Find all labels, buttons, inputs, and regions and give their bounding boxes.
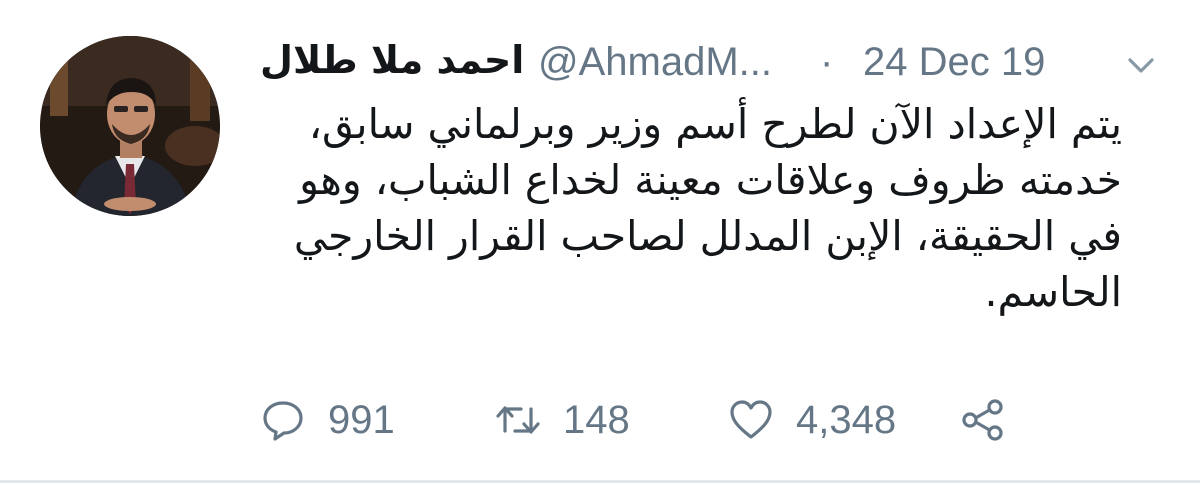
tweet-card[interactable]: احمد ملا طلال @AhmadM... · 24 Dec 19 يتم… <box>0 0 1200 489</box>
tweet-text-line: خدمته ظروف وعلاقات معينة لخداع الشباب، و… <box>299 156 1122 204</box>
tweet-actions: 991 148 4,348 <box>260 392 1080 448</box>
tweet-date[interactable]: 24 Dec 19 <box>863 40 1045 85</box>
share-icon <box>962 399 1003 441</box>
retweet-count: 148 <box>563 397 630 442</box>
retweet-button[interactable]: 148 <box>495 392 630 448</box>
avatar-photo-icon <box>40 36 220 216</box>
reply-icon <box>263 401 303 441</box>
author-avatar[interactable] <box>40 36 220 216</box>
retweet-icon <box>496 406 540 434</box>
tweet-text: يتم الإعداد الآن لطرح أسم وزير وبرلماني … <box>262 96 1122 320</box>
tweet-text-line: الحاسم. <box>984 268 1122 316</box>
heart-icon <box>730 400 772 439</box>
chevron-down-icon[interactable] <box>1126 50 1156 80</box>
date-separator: · <box>820 40 834 84</box>
share-button[interactable] <box>960 392 1006 448</box>
author-handle[interactable]: @AhmadM... <box>538 40 772 85</box>
tweet-text-line: في الحقيقة، الإبن المدلل لصاحب القرار ال… <box>293 212 1122 260</box>
divider <box>0 480 1200 483</box>
author-name[interactable]: احمد ملا طلال <box>260 38 524 82</box>
tweet-header: احمد ملا طلال @AhmadM... · 24 Dec 19 <box>260 36 1160 92</box>
tweet-text-line: يتم الإعداد الآن لطرح أسم وزير وبرلماني … <box>308 100 1122 148</box>
like-count: 4,348 <box>796 397 897 442</box>
reply-button[interactable]: 991 <box>260 392 395 448</box>
like-button[interactable]: 4,348 <box>728 392 896 448</box>
reply-count: 991 <box>328 397 395 442</box>
